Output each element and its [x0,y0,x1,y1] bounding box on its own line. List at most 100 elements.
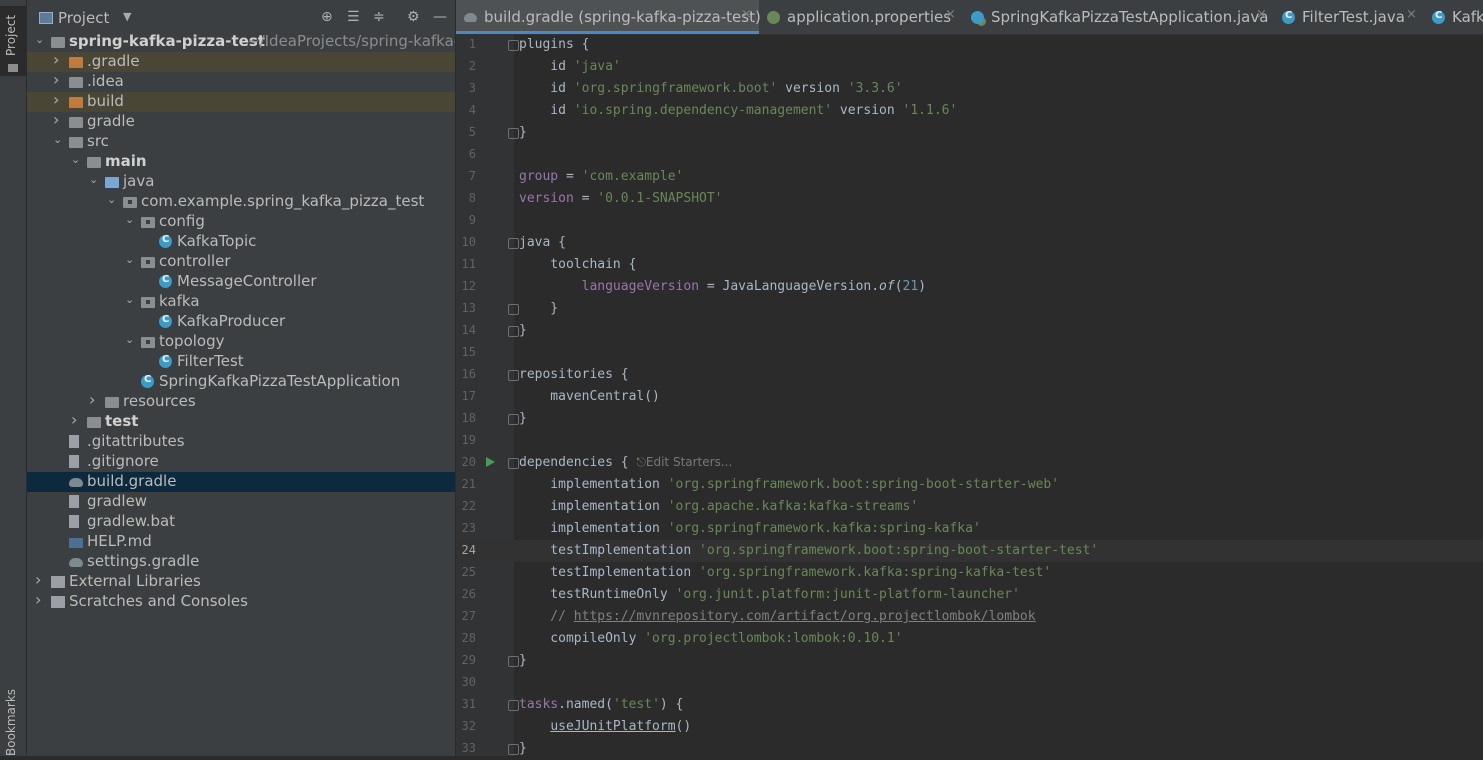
code-line[interactable]: 4 id 'io.spring.dependency-management' v… [456,100,1483,122]
tree-item[interactable]: › .idea [27,70,455,92]
code-line[interactable]: 32 useJUnitPlatform() [456,716,1483,738]
tree-item[interactable]: › .gradle [27,50,455,72]
chevron-right-icon[interactable]: › [89,390,101,409]
tree-item[interactable]: ⌄ src [27,132,455,152]
code-line[interactable]: 23 implementation 'org.springframework.k… [456,518,1483,540]
tree-item[interactable]: ⌄ controller [27,252,455,272]
chevron-down-icon[interactable]: ⌄ [107,193,119,206]
tree-item[interactable]: SpringKafkaPizzaTestApplication [27,372,455,392]
close-icon[interactable]: × [741,7,752,22]
fold-icon[interactable] [508,370,519,381]
code-line[interactable]: 30 [456,672,1483,694]
code-line[interactable]: 28 compileOnly 'org.projectlombok:lombok… [456,628,1483,650]
chevron-down-icon[interactable]: ⌄ [125,293,137,306]
tree-item[interactable]: › gradle [27,110,455,132]
fold-icon[interactable] [508,238,519,249]
editor-tab[interactable]: FilterTest.java× [1274,0,1424,34]
chevron-down-icon[interactable]: ⌄ [35,33,47,46]
close-icon[interactable]: × [1406,7,1417,22]
chevron-right-icon[interactable]: › [35,570,47,589]
code-line[interactable]: 15 [456,342,1483,364]
code-line[interactable]: 21 implementation 'org.springframework.b… [456,474,1483,496]
chevron-down-icon[interactable]: ▼ [123,10,131,23]
fold-icon[interactable] [508,656,519,667]
chevron-down-icon[interactable]: ⌄ [125,253,137,266]
code-line[interactable]: 6 [456,144,1483,166]
fold-icon[interactable] [508,128,519,139]
editor-tab[interactable]: SpringKafkaPizzaTestApplication.java × [963,0,1274,34]
code-line[interactable]: 9 [456,210,1483,232]
tree-item[interactable]: FilterTest [27,352,455,372]
editor-tab[interactable]: Kafk [1424,0,1483,34]
close-icon[interactable]: × [1256,7,1267,22]
editor-tab[interactable]: build.gradle (spring-kafka-pizza-test) × [456,0,761,34]
code-line[interactable]: 8 version = '0.0.1-SNAPSHOT' [456,188,1483,210]
collapse-all-icon[interactable]: ≑ [373,9,385,25]
fold-icon[interactable] [508,458,519,469]
chevron-down-icon[interactable]: ⌄ [53,133,65,146]
code-token[interactable]: https://mvnrepository.com/artifact/org.p… [574,609,1036,624]
fold-icon[interactable] [508,414,519,425]
code-line[interactable]: 33} [456,738,1483,760]
editor-tab[interactable]: application.properties × [759,0,963,34]
fold-icon[interactable] [508,326,519,337]
code-line[interactable]: 11 toolchain { [456,254,1483,276]
chevron-right-icon[interactable]: › [53,90,65,109]
code-line[interactable]: 16 repositories { [456,364,1483,386]
code-line[interactable]: 29} [456,650,1483,672]
chevron-right-icon[interactable]: › [71,410,83,429]
tree-item[interactable]: › External Libraries [27,570,455,592]
code-line[interactable]: 13 } [456,298,1483,320]
bookmarks-tool-tab[interactable]: Bookmarks [4,689,18,756]
tree-item[interactable]: MessageController [27,272,455,292]
code-line[interactable]: 14} [456,320,1483,342]
run-icon[interactable] [486,457,495,467]
expand-all-icon[interactable]: ☰ [347,9,360,25]
chevron-right-icon[interactable]: › [53,110,65,129]
tree-item[interactable]: ⌄ topology [27,332,455,352]
fold-icon[interactable] [508,304,519,315]
locate-icon[interactable]: ⊕ [321,9,333,25]
project-view-selector[interactable]: Project [58,9,109,27]
tree-item[interactable]: › build [27,90,455,112]
fold-icon[interactable] [508,744,519,755]
tree-item[interactable]: ⌄ com.example.spring_kafka_pizza_test [27,192,455,212]
hide-icon[interactable]: — [433,9,447,25]
tree-item[interactable]: › Scratches and Consoles [27,590,455,612]
code-line[interactable]: 12 languageVersion = JavaLanguageVersion… [456,276,1483,298]
tree-item[interactable]: ⌄ java [27,172,455,192]
code-line[interactable]: 31 tasks.named('test') { [456,694,1483,716]
code-line[interactable]: 1 plugins { [456,34,1483,56]
tree-item[interactable]: KafkaProducer [27,312,455,332]
tree-item[interactable]: ⌄ main [27,152,455,172]
edit-starters-hint[interactable]: ⎋Edit Starters... [636,455,732,469]
code-line[interactable]: 25 testImplementation 'org.springframewo… [456,562,1483,584]
code-area[interactable]: 1 plugins {2 id 'java' 3 id 'org.springfra… [456,34,1483,756]
chevron-right-icon[interactable]: › [53,70,65,89]
code-line[interactable]: 24 testImplementation 'org.springframewo… [456,540,1483,562]
code-line[interactable]: 3 id 'org.springframework.boot' version … [456,78,1483,100]
fold-icon[interactable] [508,40,519,51]
chevron-down-icon[interactable]: ⌄ [125,213,137,226]
code-line[interactable]: 20 dependencies { ⎋Edit Starters... [456,452,1483,474]
tree-item[interactable]: › resources [27,390,455,412]
tree-item[interactable]: ⌄ spring-kafka-pizza-test ~/IdeaProjects/s… [27,32,455,52]
code-line[interactable]: 2 id 'java' [456,56,1483,78]
code-line[interactable]: 22 implementation 'org.apache.kafka:kafk… [456,496,1483,518]
code-line[interactable]: 17 mavenCentral() [456,386,1483,408]
code-line[interactable]: 26 testRuntimeOnly 'org.junit.platform:j… [456,584,1483,606]
chevron-down-icon[interactable]: ⌄ [71,153,83,166]
chevron-down-icon[interactable]: ⌄ [89,173,101,186]
chevron-right-icon[interactable]: › [35,590,47,609]
tree-item[interactable]: .gitattributes [27,432,455,452]
tree-item[interactable]: settings.gradle [27,552,455,572]
code-line[interactable]: 10 java { [456,232,1483,254]
tree-item[interactable]: KafkaTopic [27,232,455,252]
tree-item[interactable]: › test [27,410,455,432]
tree-item[interactable]: ⌄ config [27,212,455,232]
tree-item[interactable]: gradlew.bat [27,512,455,532]
code-line[interactable]: 27 // https://mvnrepository.com/artifact… [456,606,1483,628]
close-icon[interactable]: × [945,7,956,22]
tree-item[interactable]: ⌄ kafka [27,292,455,312]
gear-icon[interactable]: ⚙ [407,9,420,25]
